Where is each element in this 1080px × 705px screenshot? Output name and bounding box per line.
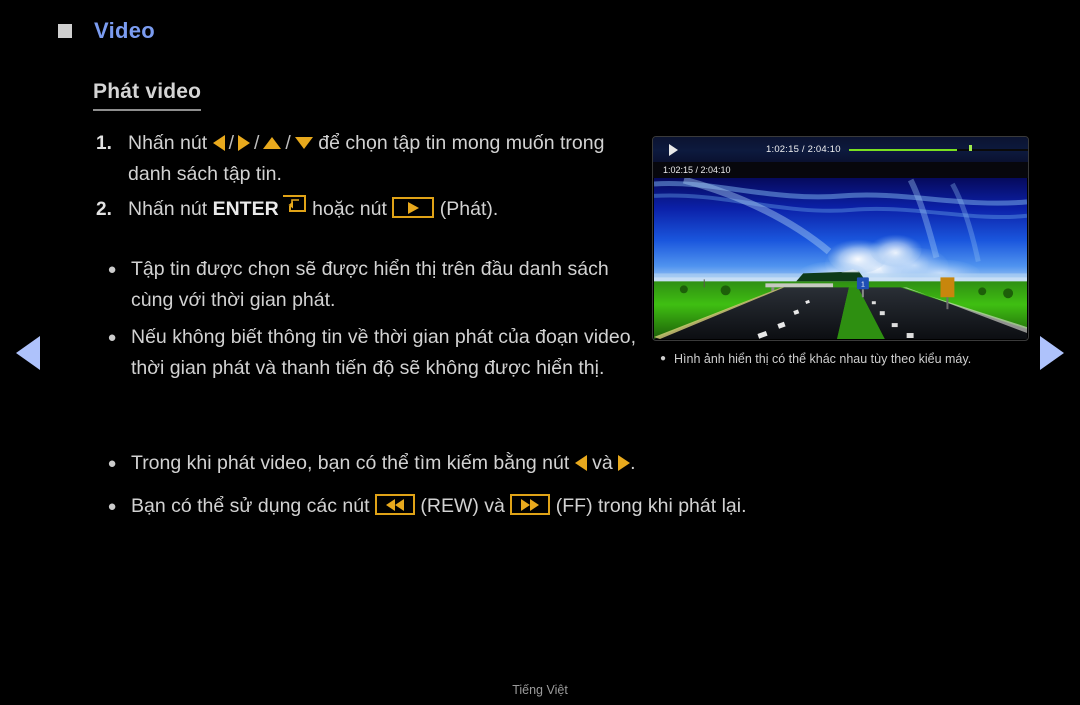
glyph-separator: / <box>285 132 291 154</box>
wide-bullet-list: ● Trong khi phát video, bạn có thể tìm k… <box>93 448 1013 534</box>
bullet-dot-icon: ● <box>107 498 117 515</box>
section-heading: Phát video <box>93 80 202 111</box>
list-item: ● Tập tin được chọn sẽ được hiển thị trê… <box>93 254 653 316</box>
play-icon <box>669 143 678 156</box>
step-text-middle: hoặc nút <box>312 198 387 220</box>
step-number: 1. <box>96 133 112 154</box>
play-button-icon[interactable] <box>392 197 435 219</box>
bullet-dot-icon: ● <box>659 353 667 364</box>
nav-next-arrow-icon[interactable] <box>1040 336 1064 370</box>
video-progress-bar[interactable] <box>848 144 1028 156</box>
bullet-dot-icon: ● <box>107 261 117 278</box>
list-item: ● Trong khi phát video, bạn có thể tìm k… <box>93 448 1013 479</box>
footer-language: Tiếng Việt <box>512 683 568 697</box>
bullet-text: Tập tin được chọn sẽ được hiển thị trên … <box>131 258 609 311</box>
steps-list: 1. Nhấn nút / / / để chọn tập tin mong muố… <box>93 128 653 229</box>
video-time-display: 1:02:15 / 2:04:10 <box>766 144 841 155</box>
bullet-dot-icon: ● <box>107 329 117 346</box>
page-title: Video <box>94 18 156 43</box>
bullet-list: ● Tập tin được chọn sẽ được hiển thị trê… <box>93 254 653 390</box>
arrow-up-icon[interactable] <box>263 136 282 149</box>
bullet-dot-icon: ● <box>107 455 117 472</box>
bullet-text: Bạn có thể sử dụng các nút (REW) và (FF)… <box>131 491 1013 521</box>
bullet-text-after: . <box>630 452 636 474</box>
step-text: Nhấn nút ENTER hoặc nút (Phát). <box>128 194 653 225</box>
step-text-after: (Phát). <box>439 198 499 220</box>
video-osd-top-bar: 1:02:15 / 2:04:10 <box>653 137 1028 162</box>
fast-forward-button-icon[interactable] <box>510 494 551 516</box>
step-item: 2. Nhấn nút ENTER hoặc nút (Phát). <box>93 194 653 225</box>
preview-caption: ● Hình ảnh hiển thị có thể khác nhau tùy… <box>652 350 1032 368</box>
preview-caption-text: Hình ảnh hiển thị có thể khác nhau tùy t… <box>674 352 972 366</box>
rew-label: (REW) <box>420 495 479 517</box>
ff-label: (FF) <box>555 495 593 517</box>
bullet-text-before: Bạn có thể sử dụng các nút <box>131 495 370 517</box>
arrow-down-icon[interactable] <box>294 136 313 149</box>
bullet-text: Trong khi phát video, bạn có thể tìm kiế… <box>131 448 1013 478</box>
arrow-right-icon[interactable] <box>618 454 631 471</box>
svg-text:1: 1 <box>861 281 865 288</box>
video-osd-second-bar: 1:02:15 / 2:04:10 <box>653 162 1028 178</box>
square-icon <box>58 24 72 38</box>
step-text-before: Nhấn nút <box>128 198 208 220</box>
nav-prev-arrow-icon[interactable] <box>16 336 40 370</box>
list-item: ● Nếu không biết thông tin về thời gian … <box>93 322 653 384</box>
enter-label: ENTER <box>212 198 279 220</box>
glyph-separator: / <box>228 132 234 154</box>
bullet-text-middle: và <box>592 452 613 474</box>
glyph-separator: / <box>254 132 260 154</box>
video-preview: 1:02:15 / 2:04:10 1:02:15 / 2:04:10 1 <box>652 136 1029 341</box>
video-frame-image: 1 <box>654 178 1027 339</box>
progress-knob[interactable] <box>968 144 972 151</box>
step-item: 1. Nhấn nút / / / để chọn tập tin mong muố… <box>93 128 653 190</box>
step-text: Nhấn nút / / / để chọn tập tin mong muốn t… <box>128 128 653 190</box>
rewind-button-icon[interactable] <box>374 494 415 516</box>
page-header: Video <box>58 18 155 44</box>
bullet-text-before: Trong khi phát video, bạn có thể tìm kiế… <box>131 452 570 474</box>
progress-fill <box>848 148 957 151</box>
list-item: ● Bạn có thể sử dụng các nút (REW) và (F… <box>93 491 1013 522</box>
bullet-text: Nếu không biết thông tin về thời gian ph… <box>131 326 636 379</box>
arrow-right-icon[interactable] <box>238 134 250 151</box>
step-number: 2. <box>96 199 112 220</box>
enter-key-icon[interactable] <box>281 192 307 223</box>
bullet-text-middle: và <box>484 495 505 517</box>
arrow-left-icon[interactable] <box>574 454 587 471</box>
video-time-secondary: 1:02:15 / 2:04:10 <box>663 165 731 175</box>
step-text-before: Nhấn nút <box>128 132 208 154</box>
arrow-left-icon[interactable] <box>212 134 225 151</box>
bullet-text-after: trong khi phát lại. <box>597 495 747 517</box>
